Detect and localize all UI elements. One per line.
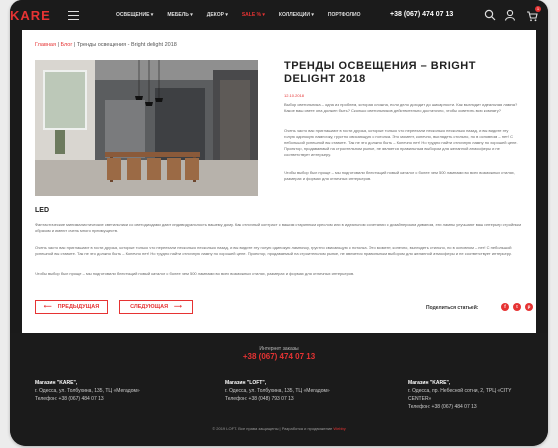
article-intro-paragraph: Очень часто вас приглашают в гости друзь… (284, 128, 518, 157)
arrow-right-icon: ⟶ (174, 304, 182, 310)
article-date: 12.10.2018 (284, 93, 305, 98)
next-label: СЛЕДУЮЩАЯ (130, 304, 169, 310)
article-intro-paragraph: Чтобы выбор был проще – мы подготовили б… (284, 170, 515, 181)
article-intro-paragraph: Выбор светильника – одна из проблем, кот… (284, 102, 518, 113)
breadcrumb: Главная | Блог | Тренды освещения - Brig… (35, 42, 177, 48)
store-phone[interactable]: Телефон: +38 (067) 484 07 13 (35, 395, 145, 403)
pinterest-icon[interactable]: p (525, 303, 533, 311)
store-name: Магазин "LOFT", (225, 380, 267, 386)
store-block: Магазин "KARE", г. Одесса, пр. Небесной … (408, 379, 518, 411)
nav-collections[interactable]: КОЛЛЕКЦИИ ▾ (279, 12, 314, 18)
article-paragraph: Фантастические минималистические светиль… (35, 222, 522, 233)
store-block: Магазин "LOFT", г. Одесса, ул. Толбухина… (225, 379, 335, 403)
online-orders-phone[interactable]: +38 (067) 474 07 13 (10, 352, 548, 361)
breadcrumb-separator: | (73, 42, 76, 48)
store-name: Магазин "KARE", (408, 380, 451, 386)
section-heading-led: LED (35, 207, 49, 214)
nav-furniture[interactable]: МЕБЕЛЬ ▾ (167, 12, 192, 18)
nav-portfolio[interactable]: ПОРТФОЛИО (328, 12, 361, 18)
cart-button[interactable]: 1 (526, 6, 541, 22)
article-title: ТРЕНДЫ ОСВЕЩЕНИЯ – BRIGHT DELIGHT 2018 (284, 60, 476, 85)
share-label: Поделиться статьей: (426, 305, 479, 311)
browser-frame: KARE ОСВЕЩЕНИЕ ▾ МЕБЕЛЬ ▾ ДЕКОР ▾ SALE %… (10, 0, 548, 446)
main-nav: ОСВЕЩЕНИЕ ▾ МЕБЕЛЬ ▾ ДЕКОР ▾ SALE % ▾ КО… (116, 12, 375, 18)
next-article-button[interactable]: СЛЕДУЮЩАЯ ⟶ (119, 300, 193, 314)
copyright: © 2019 LOFT. Все права защищены | Разраб… (10, 426, 548, 431)
user-icon[interactable] (504, 9, 516, 21)
article-paragraph: Чтобы выбор был проще – мы подготовили б… (35, 271, 355, 276)
nav-decor[interactable]: ДЕКОР ▾ (207, 12, 228, 18)
breadcrumb-home[interactable]: Главная (35, 42, 56, 48)
menu-burger-icon[interactable] (68, 11, 79, 23)
store-address: г. Одесса, ул. Толбухина, 135, ТЦ «Мегад… (225, 388, 330, 394)
arrow-left-icon: ⟵ (43, 304, 52, 310)
article-image (35, 60, 258, 196)
store-address: г. Одесса, ул. Толбухина, 135, ТЦ «Мегад… (35, 388, 140, 394)
breadcrumb-blog[interactable]: Блог (60, 42, 72, 48)
article-page: Главная | Блог | Тренды освещения - Brig… (22, 30, 536, 333)
facebook-icon[interactable]: f (501, 303, 509, 311)
store-phone[interactable]: Телефон: +38 (048) 793 07 13 (225, 395, 335, 403)
cart-count-badge: 1 (535, 6, 541, 12)
nav-lighting[interactable]: ОСВЕЩЕНИЕ ▾ (116, 12, 153, 18)
nav-sale[interactable]: SALE % ▾ (242, 12, 265, 18)
logo[interactable]: KARE (10, 8, 51, 23)
store-phone[interactable]: Телефон: +38 (067) 484 07 13 (408, 403, 518, 411)
store-block: Магазин "KARE", г. Одесса, ул. Толбухина… (35, 379, 145, 403)
developer-link[interactable]: Webby (333, 426, 345, 431)
breadcrumb-current: Тренды освещения - Bright delight 2018 (76, 42, 177, 48)
header-phone[interactable]: +38 (067) 474 07 13 (390, 11, 453, 18)
store-name: Магазин "KARE", (35, 380, 78, 386)
article-paragraph: Очень часто вас приглашают в гости друзь… (35, 245, 512, 256)
search-icon[interactable] (484, 9, 496, 21)
copyright-text: © 2019 LOFT. Все права защищены | Разраб… (212, 426, 333, 431)
breadcrumb-separator: | (57, 42, 59, 48)
prev-article-button[interactable]: ⟵ ПРЕДЫДУЩАЯ (35, 300, 108, 314)
site-footer: Интернет заказы +38 (067) 474 07 13 Мага… (10, 333, 548, 446)
store-address: г. Одесса, пр. Небесной сотни, 2, ТРЦ «C… (408, 388, 512, 402)
twitter-icon[interactable]: t (513, 303, 521, 311)
site-header: KARE ОСВЕЩЕНИЕ ▾ МЕБЕЛЬ ▾ ДЕКОР ▾ SALE %… (10, 0, 548, 30)
prev-label: ПРЕДЫДУЩАЯ (57, 304, 100, 310)
